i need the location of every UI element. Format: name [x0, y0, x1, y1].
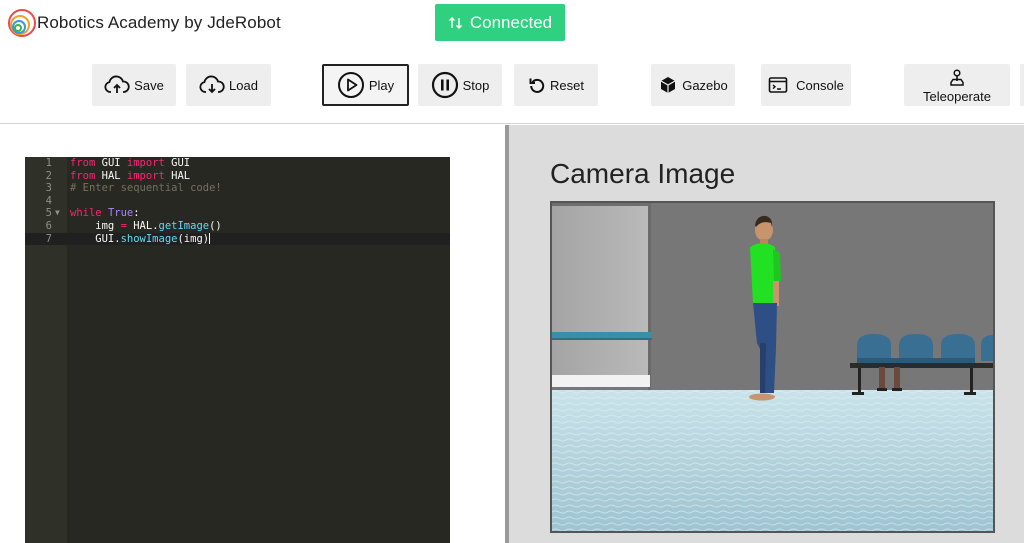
line-number: 5: [45, 207, 52, 220]
pause-circle-icon: [431, 71, 459, 99]
console-button[interactable]: Console: [761, 64, 851, 106]
code-line[interactable]: 4: [25, 195, 450, 208]
line-number: 3: [45, 182, 52, 195]
code-text: from HAL import HAL: [70, 169, 191, 182]
more-tool-button-edge[interactable]: [1020, 64, 1024, 106]
camera-title: Camera Image: [550, 158, 736, 189]
line-number: 6: [45, 220, 52, 232]
terminal-icon: [768, 76, 788, 94]
joystick-icon: [948, 68, 966, 87]
save-label: Save: [134, 77, 164, 93]
toolbar: Save Load Play Stop Reset Gazebo Console…: [0, 44, 1024, 124]
app-title: Robotics Academy by JdeRobot: [37, 13, 281, 32]
camera-image: [550, 201, 995, 533]
code-line-active[interactable]: 7 GUI.showImage(img): [25, 232, 450, 246]
editor-pane: 1 from GUI import GUI 2 from HAL import …: [0, 125, 505, 543]
console-label: Console: [796, 77, 844, 93]
code-line[interactable]: 1 from GUI import GUI: [25, 157, 450, 170]
play-circle-icon: [337, 71, 365, 99]
code-editor[interactable]: 1 from GUI import GUI 2 from HAL import …: [25, 157, 450, 543]
cloud-upload-icon: [104, 75, 130, 95]
cloud-download-icon: [199, 75, 225, 95]
line-number: 1: [45, 157, 52, 169]
code-line[interactable]: 5 ▼ while True:: [25, 207, 450, 220]
robotics-academy-logo: [8, 9, 36, 37]
gazebo-label: Gazebo: [682, 77, 728, 93]
reset-icon: [528, 76, 546, 94]
play-button[interactable]: Play: [322, 64, 409, 106]
code-text: from GUI import GUI: [70, 157, 191, 169]
code-line[interactable]: 2 from HAL import HAL: [25, 170, 450, 183]
code-text: while True:: [70, 207, 140, 220]
swap-vertical-icon: [448, 16, 462, 29]
code-line[interactable]: 6 img = HAL.getImage(): [25, 220, 450, 233]
reset-button[interactable]: Reset: [514, 64, 598, 106]
stop-button[interactable]: Stop: [418, 64, 502, 106]
connection-status-label: Connected: [469, 12, 553, 32]
fold-arrow-icon[interactable]: ▼: [55, 207, 60, 220]
teleoperate-button[interactable]: Teleoperate: [904, 64, 1010, 106]
load-button[interactable]: Load: [186, 64, 271, 106]
code-text: GUI.showImage(img): [70, 232, 211, 245]
reset-label: Reset: [550, 77, 584, 93]
line-number: 7: [45, 232, 52, 245]
app-header: Robotics Academy by JdeRobot Connected: [0, 0, 1024, 44]
stop-label: Stop: [462, 77, 490, 93]
connection-status-button[interactable]: Connected: [435, 4, 565, 41]
code-comment: # Enter sequential code!: [70, 182, 222, 195]
load-label: Load: [229, 77, 258, 93]
camera-pane: Camera Image: [509, 125, 1024, 543]
teleoperate-label: Teleoperate: [923, 88, 991, 104]
cube-icon: [658, 75, 678, 95]
gazebo-button[interactable]: Gazebo: [651, 64, 735, 106]
play-label: Play: [368, 77, 395, 93]
line-number: 2: [45, 169, 52, 182]
line-number: 4: [45, 194, 52, 207]
code-text: img = HAL.getImage(): [70, 220, 222, 232]
text-cursor: [209, 232, 211, 244]
save-button[interactable]: Save: [92, 64, 176, 106]
code-line[interactable]: 3 # Enter sequential code!: [25, 182, 450, 195]
